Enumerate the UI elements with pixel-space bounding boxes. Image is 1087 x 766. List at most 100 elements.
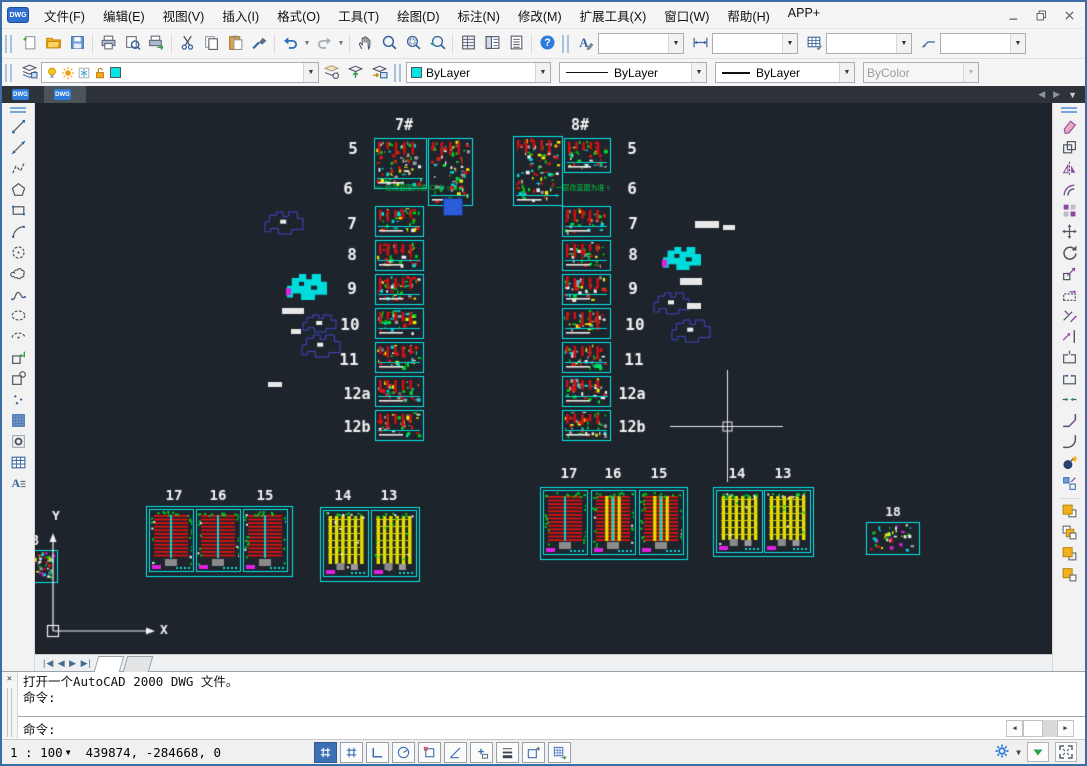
scroll-thumb[interactable] bbox=[1023, 720, 1043, 737]
mtext-button[interactable]: A bbox=[5, 474, 31, 495]
toggle-ortho[interactable] bbox=[366, 742, 389, 763]
fillet-button[interactable] bbox=[1056, 432, 1082, 453]
layout-tab-模型[interactable] bbox=[94, 656, 125, 672]
array-button[interactable] bbox=[1056, 201, 1082, 222]
toolbar-handle[interactable] bbox=[10, 107, 26, 113]
menu-item[interactable]: 工具(T) bbox=[329, 6, 388, 25]
break-button[interactable] bbox=[1056, 369, 1082, 390]
cut-button[interactable] bbox=[175, 32, 199, 56]
rotate-button[interactable] bbox=[1056, 243, 1082, 264]
make-block-button[interactable] bbox=[5, 369, 31, 390]
menu-item[interactable]: 扩展工具(X) bbox=[571, 6, 656, 25]
menu-item[interactable]: 插入(I) bbox=[213, 6, 268, 25]
new-button[interactable] bbox=[17, 32, 41, 56]
erase-button[interactable] bbox=[1056, 117, 1082, 138]
document-tab[interactable]: DWG bbox=[2, 86, 44, 103]
paste-button[interactable] bbox=[223, 32, 247, 56]
align-button[interactable] bbox=[1056, 474, 1082, 495]
draworder-under-button[interactable] bbox=[1056, 565, 1082, 586]
polyline-button[interactable] bbox=[5, 159, 31, 180]
mleader-style-button[interactable] bbox=[916, 32, 940, 56]
rectangle-button[interactable] bbox=[5, 201, 31, 222]
app-logo-icon[interactable]: DWG bbox=[7, 7, 29, 23]
spline-button[interactable] bbox=[5, 285, 31, 306]
redo-button[interactable] bbox=[312, 32, 336, 56]
scale-value[interactable]: 1 : 100 bbox=[10, 745, 63, 760]
open-button[interactable] bbox=[41, 32, 65, 56]
explode-button[interactable] bbox=[1056, 453, 1082, 474]
design-center-button[interactable] bbox=[480, 32, 504, 56]
toggle-snap[interactable] bbox=[314, 742, 337, 763]
text-style-combo[interactable]: ▼ bbox=[598, 33, 684, 54]
dim-style-button[interactable] bbox=[688, 32, 712, 56]
chamfer-button[interactable] bbox=[1056, 411, 1082, 432]
ellipse-button[interactable] bbox=[5, 306, 31, 327]
table-button[interactable] bbox=[5, 453, 31, 474]
menu-item[interactable]: 窗口(W) bbox=[655, 6, 718, 25]
toggle-otrack[interactable] bbox=[444, 742, 467, 763]
sun-icon[interactable] bbox=[61, 66, 75, 80]
plot-style-combo[interactable]: ByColor▼ bbox=[863, 62, 979, 83]
next-tab-icon[interactable]: ▶ bbox=[1053, 89, 1060, 100]
properties-palette-button[interactable] bbox=[456, 32, 480, 56]
chevron-down-icon[interactable]: ▼ bbox=[963, 63, 978, 82]
move-button[interactable] bbox=[1056, 222, 1082, 243]
menu-item[interactable]: 绘图(D) bbox=[388, 6, 448, 25]
gear-icon[interactable] bbox=[994, 743, 1010, 762]
toggle-lwt[interactable] bbox=[496, 742, 519, 763]
make-current-button[interactable] bbox=[343, 61, 367, 85]
command-prompt-row[interactable]: 命令: ◀ ▶ bbox=[18, 716, 1085, 739]
minimize-button[interactable] bbox=[999, 5, 1027, 25]
toggle-qp[interactable] bbox=[522, 742, 545, 763]
undo-button[interactable] bbox=[278, 32, 302, 56]
undo-dropdown-icon[interactable]: ▼ bbox=[302, 40, 312, 47]
fullscreen-button[interactable] bbox=[1055, 742, 1077, 762]
layout-tab-nav[interactable]: |◀ ◀ ▶ ▶| bbox=[43, 658, 92, 669]
arc-button[interactable] bbox=[5, 222, 31, 243]
color-combo[interactable]: ByLayer▼ bbox=[406, 62, 551, 83]
join-button[interactable] bbox=[1056, 390, 1082, 411]
layout-tab-布局1[interactable] bbox=[123, 656, 154, 672]
print-button[interactable] bbox=[96, 32, 120, 56]
table-style-button[interactable] bbox=[802, 32, 826, 56]
chevron-down-icon[interactable]: ▼ bbox=[303, 63, 318, 82]
polygon-button[interactable] bbox=[5, 180, 31, 201]
layer-combo[interactable]: ▼ bbox=[41, 62, 319, 83]
trim-button[interactable] bbox=[1056, 306, 1082, 327]
table-style-combo[interactable]: ▼ bbox=[826, 33, 912, 54]
scale-button[interactable] bbox=[1056, 264, 1082, 285]
layer-states-button[interactable] bbox=[319, 61, 343, 85]
drawing-canvas[interactable] bbox=[35, 103, 1052, 654]
dim-style-combo[interactable]: ▼ bbox=[712, 33, 798, 54]
zoom-window-button[interactable] bbox=[401, 32, 425, 56]
menu-item[interactable]: APP+ bbox=[779, 6, 829, 25]
chevron-down-icon[interactable]: ▼ bbox=[896, 34, 911, 53]
scroll-track[interactable] bbox=[1043, 720, 1057, 737]
command-scrollbar[interactable]: ◀ ▶ bbox=[1006, 720, 1074, 737]
chevron-down-icon[interactable]: ▼ bbox=[839, 63, 854, 82]
publish-button[interactable] bbox=[144, 32, 168, 56]
command-history[interactable]: 打开一个AutoCAD 2000 DWG 文件。 命令: bbox=[18, 672, 1085, 716]
toggle-osnap[interactable] bbox=[418, 742, 441, 763]
chevron-down-icon[interactable]: ▼ bbox=[668, 34, 683, 53]
toolbar-grip[interactable] bbox=[394, 64, 401, 82]
command-prompt[interactable]: 命令: bbox=[23, 719, 56, 738]
bulb-icon[interactable] bbox=[45, 66, 59, 80]
copy-button[interactable] bbox=[199, 32, 223, 56]
menu-item[interactable]: 格式(O) bbox=[268, 6, 329, 25]
linetype-combo[interactable]: ByLayer▼ bbox=[559, 62, 707, 83]
menu-item[interactable]: 视图(V) bbox=[154, 6, 214, 25]
layer-previous-button[interactable] bbox=[367, 61, 391, 85]
toolbar-grip[interactable] bbox=[5, 64, 12, 82]
redo-dropdown-icon[interactable]: ▼ bbox=[336, 40, 346, 47]
chevron-down-icon[interactable]: ▼ bbox=[1010, 34, 1025, 53]
lineweight-combo[interactable]: ByLayer▼ bbox=[715, 62, 855, 83]
zoom-previous-button[interactable] bbox=[425, 32, 449, 56]
toggle-qv[interactable] bbox=[548, 742, 571, 763]
donut-button[interactable] bbox=[5, 432, 31, 453]
command-splitter[interactable] bbox=[7, 688, 12, 737]
point-button[interactable] bbox=[5, 390, 31, 411]
match-properties-button[interactable] bbox=[247, 32, 271, 56]
menu-item[interactable]: 修改(M) bbox=[509, 6, 571, 25]
restore-button[interactable] bbox=[1027, 5, 1055, 25]
